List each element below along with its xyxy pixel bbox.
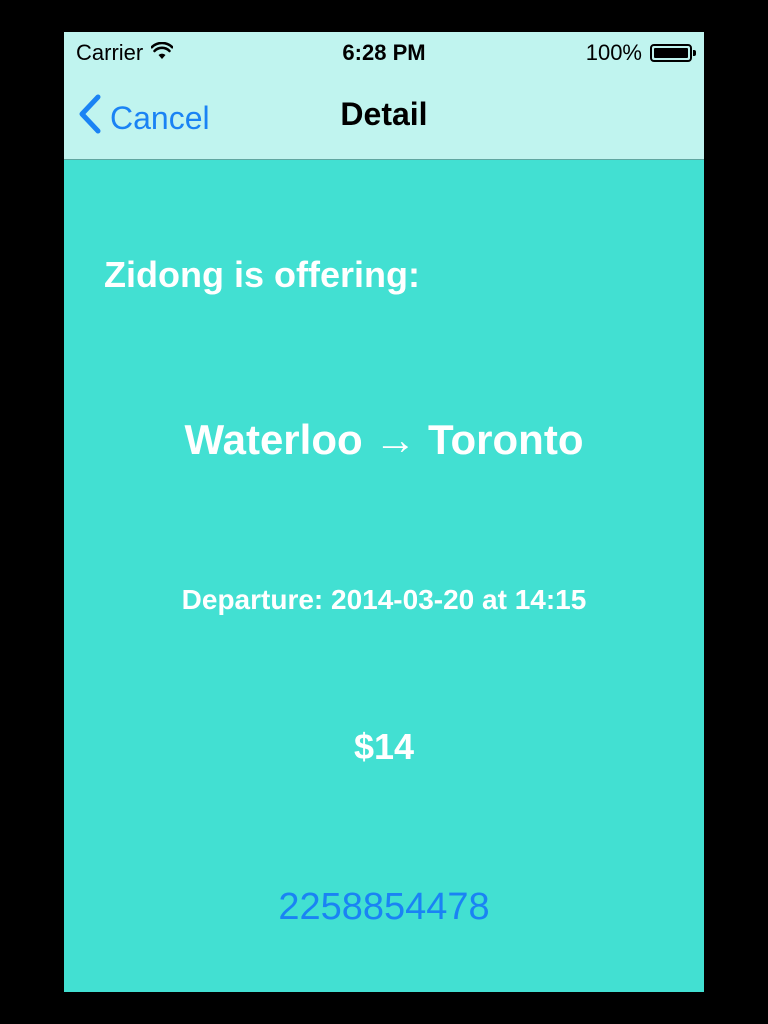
page-title: Detail [340, 96, 428, 132]
status-bar: Carrier 6:28 PM 100% [64, 32, 704, 72]
navigation-bar: Cancel Detail [64, 72, 704, 160]
app-screen: Carrier 6:28 PM 100% Cancel Detail Zidon… [64, 32, 704, 992]
battery-tip [693, 50, 696, 56]
battery-icon [650, 44, 696, 62]
route-destination: Toronto [427, 416, 584, 463]
detail-content: Zidong is offering: Waterloo → Toronto D… [64, 160, 704, 992]
status-right: 100% [585, 40, 696, 66]
route-arrow-icon: → [374, 416, 417, 463]
battery-fill [654, 48, 688, 58]
price-label: $14 [353, 726, 415, 767]
route-origin: Waterloo [184, 416, 363, 463]
phone-number-link[interactable]: 2258854478 [64, 886, 704, 929]
offer-heading: Zidong is offering: [104, 254, 420, 295]
battery-percentage: 100% [585, 40, 642, 65]
route: Waterloo → Toronto [64, 416, 704, 464]
departure-time: Departure: 2014-03-20 at 14:15 [181, 584, 587, 615]
